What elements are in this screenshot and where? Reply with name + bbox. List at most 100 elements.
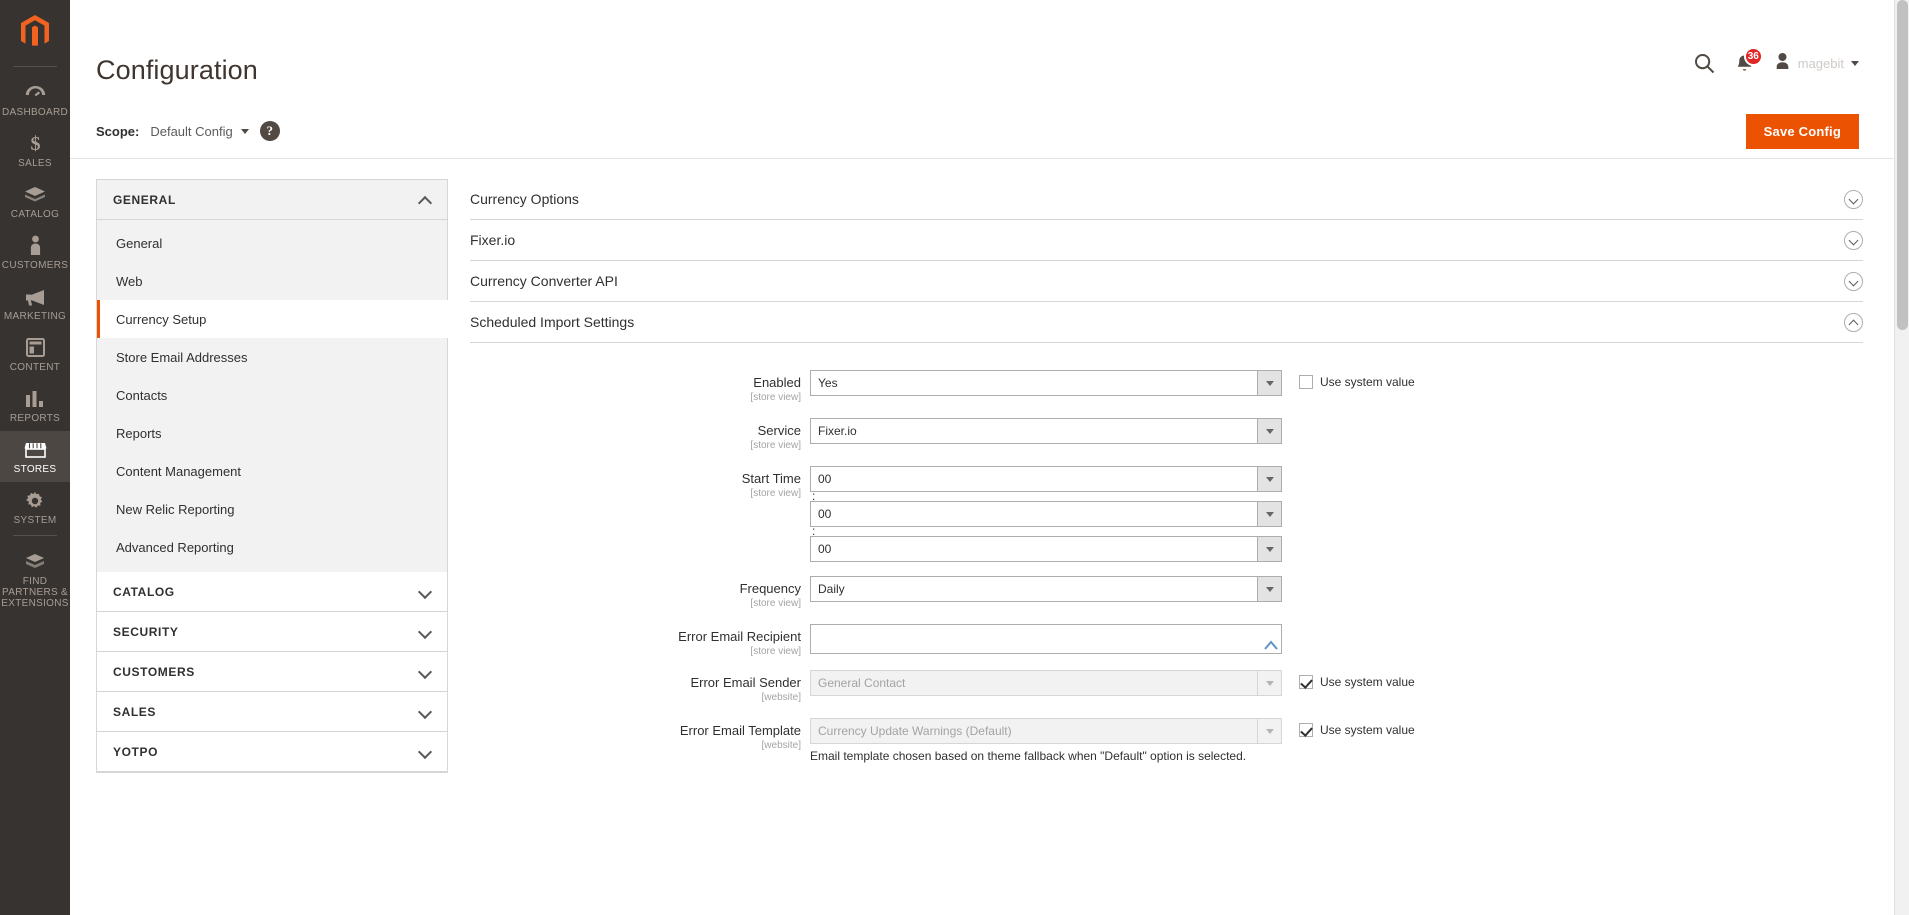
page-scrollbar[interactable]	[1894, 0, 1909, 915]
checkbox-unchecked-icon[interactable]	[1299, 375, 1313, 389]
error-email-recipient-input-wrap[interactable]	[810, 624, 1282, 654]
field-label-text: Error Email Recipient	[678, 629, 801, 644]
use-system-value-label: Use system value	[1320, 375, 1415, 389]
sidebar-label: Catalog	[10, 209, 60, 220]
notifications-bell-icon[interactable]: 36	[1735, 46, 1763, 74]
start-time-hours-value: 00	[818, 472, 832, 486]
accordion-scheduled-import-settings[interactable]: Scheduled Import Settings	[470, 302, 1863, 343]
sidebar-item-content[interactable]: Content	[0, 329, 70, 380]
checkbox-checked-icon[interactable]	[1299, 723, 1313, 737]
config-nav-section-customers[interactable]: Customers	[97, 652, 447, 692]
scope-selector[interactable]: Default Config	[150, 124, 249, 139]
caret-down-icon	[1851, 61, 1859, 66]
field-row-enabled: Enabled [store view] Yes Use system valu…	[470, 370, 1863, 404]
chevron-up-circle-icon	[1844, 312, 1863, 332]
magento-logo-icon[interactable]	[0, 6, 70, 58]
start-time-hours-select[interactable]: 00	[810, 466, 1282, 492]
sidebar-label: Find Partners & Extensions	[1, 576, 69, 609]
field-label-text: Enabled	[753, 375, 801, 390]
sidebar-item-customers[interactable]: Customers	[0, 227, 70, 278]
start-time-minutes-value: 00	[818, 507, 832, 521]
marketing-megaphone-icon	[24, 285, 46, 308]
sidebar-item-find-partners-extensions[interactable]: Find Partners & Extensions	[0, 543, 70, 616]
start-time-minutes-select[interactable]: 00	[810, 501, 1282, 527]
system-gear-icon	[25, 489, 45, 512]
config-nav-section-yotpo[interactable]: Yotpo	[97, 732, 447, 772]
field-label-frequency: Frequency [store view]	[470, 576, 810, 610]
enabled-selected-value: Yes	[818, 376, 838, 390]
resize-handle-icon[interactable]	[1264, 638, 1278, 650]
use-system-value-error-email-template[interactable]: Use system value	[1299, 718, 1415, 737]
sidebar-item-system[interactable]: System	[0, 482, 70, 533]
sidebar-item-catalog[interactable]: Catalog	[0, 176, 70, 227]
field-control-frequency: Daily	[810, 576, 1282, 602]
sidebar-item-sales[interactable]: $ Sales	[0, 125, 70, 176]
field-control-error-email-sender: General Contact	[810, 670, 1282, 696]
field-label-enabled: Enabled [store view]	[470, 370, 810, 404]
header-actions: 36 magebit	[1694, 46, 1859, 75]
field-scope-text: [store view]	[750, 646, 801, 657]
dashboard-icon	[25, 81, 46, 104]
field-label-error-email-sender: Error Email Sender [website]	[470, 670, 810, 704]
use-system-value-error-email-sender[interactable]: Use system value	[1299, 670, 1415, 689]
accordion-currency-converter-api[interactable]: Currency Converter API	[470, 261, 1863, 302]
sidebar-label: Customers	[1, 260, 69, 271]
config-nav-item-advanced-reporting[interactable]: Advanced Reporting	[97, 528, 447, 566]
service-select[interactable]: Fixer.io	[810, 418, 1282, 444]
admin-page: Dashboard $ Sales Catalog Customers Mark…	[0, 0, 1909, 915]
question-mark-icon[interactable]: ?	[259, 121, 280, 141]
scheduled-import-settings-body: Enabled [store view] Yes Use system valu…	[470, 343, 1863, 764]
chevron-down-icon	[420, 706, 431, 717]
config-nav-item-currency-setup[interactable]: Currency Setup	[97, 300, 448, 338]
config-nav-section-title: General	[113, 192, 176, 207]
accordion-currency-options[interactable]: Currency Options	[470, 179, 1863, 220]
chevron-down-icon	[1257, 577, 1281, 601]
accordion-fixer-io[interactable]: Fixer.io	[470, 220, 1863, 261]
sidebar-item-dashboard[interactable]: Dashboard	[0, 74, 70, 125]
caret-down-icon	[240, 128, 249, 134]
error-email-recipient-input[interactable]	[811, 625, 1281, 653]
user-name-label: magebit	[1797, 56, 1844, 71]
field-scope-text: [store view]	[750, 488, 801, 499]
frequency-select[interactable]: Daily	[810, 576, 1282, 602]
sidebar-label: Dashboard	[1, 107, 69, 118]
content-layout-icon	[25, 336, 45, 359]
chevron-down-icon	[1257, 502, 1281, 526]
sidebar-item-reports[interactable]: Reports	[0, 380, 70, 431]
save-config-button[interactable]: Save Config	[1745, 113, 1859, 149]
enabled-select[interactable]: Yes	[810, 370, 1282, 396]
config-nav-section-catalog[interactable]: Catalog	[97, 572, 447, 612]
checkbox-checked-icon[interactable]	[1299, 675, 1313, 689]
config-nav-item-contacts[interactable]: Contacts	[97, 376, 447, 414]
scope-group: Scope: Default Config ?	[96, 121, 280, 141]
sidebar-item-marketing[interactable]: Marketing	[0, 278, 70, 329]
config-nav-section-security[interactable]: Security	[97, 612, 447, 652]
chevron-down-circle-icon	[1844, 271, 1863, 291]
config-nav-item-web[interactable]: Web	[97, 262, 447, 300]
config-nav-item-reports[interactable]: Reports	[97, 414, 447, 452]
config-nav-item-new-relic-reporting[interactable]: New Relic Reporting	[97, 490, 447, 528]
chevron-down-icon	[420, 666, 431, 677]
config-nav-section-sales[interactable]: Sales	[97, 692, 447, 732]
scrollbar-thumb[interactable]	[1897, 0, 1908, 330]
time-separator: :	[812, 524, 816, 538]
start-time-seconds-select[interactable]: 00	[810, 536, 1282, 562]
chevron-down-icon	[1257, 419, 1281, 443]
chevron-down-icon	[1257, 467, 1281, 491]
chevron-up-icon	[420, 194, 431, 205]
field-label-text: Start Time	[741, 471, 801, 486]
service-selected-value: Fixer.io	[818, 424, 857, 438]
config-nav-item-content-management[interactable]: Content Management	[97, 452, 447, 490]
use-system-value-enabled[interactable]: Use system value	[1299, 370, 1415, 389]
error-email-sender-select: General Contact	[810, 670, 1282, 696]
config-nav-item-store-email-addresses[interactable]: Store Email Addresses	[97, 338, 447, 376]
search-icon[interactable]	[1694, 53, 1715, 74]
settings-pane: Currency Options Fixer.io Currency Conve…	[470, 179, 1885, 778]
config-nav-item-general[interactable]: General	[97, 224, 447, 262]
sidebar-item-stores[interactable]: Stores	[0, 431, 70, 482]
field-control-error-email-recipient	[810, 624, 1282, 654]
chevron-down-icon	[1257, 719, 1281, 743]
user-menu[interactable]: magebit	[1774, 52, 1859, 75]
error-email-template-selected-value: Currency Update Warnings (Default)	[818, 724, 1012, 738]
config-nav-section-general[interactable]: General	[97, 180, 447, 220]
